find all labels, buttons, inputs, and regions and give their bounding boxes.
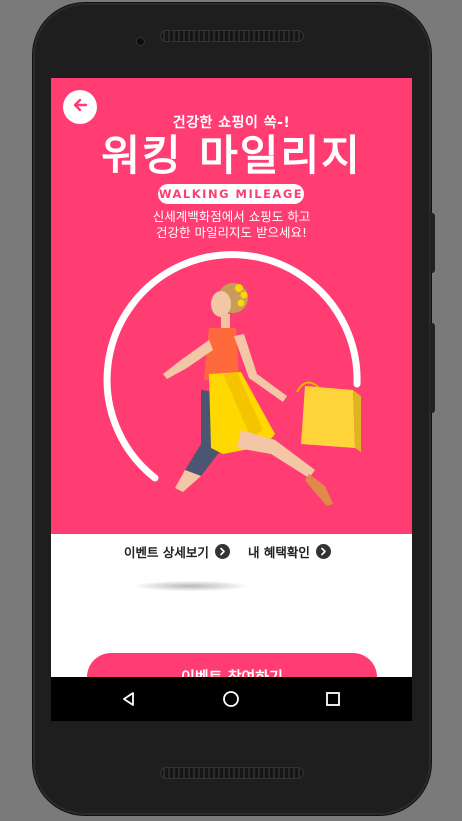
circle-home-icon	[223, 691, 239, 707]
decorative-shadow	[136, 581, 246, 591]
nav-back-button[interactable]	[117, 687, 141, 711]
android-navigation-bar	[51, 677, 412, 721]
hero-kicker: 건강한 쇼핑이 쏙-!	[172, 115, 291, 131]
hero-banner: 건강한 쇼핑이 쏙-! 워킹 마일리지 WALKING MILEAGE 신세계백…	[51, 78, 412, 534]
page-title: 워킹 마일리지	[101, 131, 362, 180]
square-recents-icon	[326, 692, 340, 706]
event-detail-link[interactable]: 이벤트 상세보기	[124, 542, 230, 561]
emulator-stage: 건강한 쇼핑이 쏙-! 워킹 마일리지 WALKING MILEAGE 신세계백…	[0, 0, 462, 821]
my-benefits-label: 내 혜택확인	[248, 545, 310, 560]
front-camera	[136, 37, 145, 46]
chevron-right-icon	[315, 544, 331, 559]
power-button	[430, 323, 435, 413]
nav-recents-button[interactable]	[321, 687, 345, 711]
description-line-2: 건강한 마일리지도 받으세요!	[156, 225, 307, 240]
description-line-1: 신세계백화점에서 쇼핑도 하고	[152, 209, 311, 224]
nav-home-button[interactable]	[219, 687, 243, 711]
hero-description: 신세계백화점에서 쇼핑도 하고 건강한 마일리지도 받으세요!	[51, 209, 412, 241]
app-screen: 건강한 쇼핑이 쏙-! 워킹 마일리지 WALKING MILEAGE 신세계백…	[51, 78, 412, 721]
my-benefits-link[interactable]: 내 혜택확인	[248, 542, 331, 561]
top-speaker	[160, 30, 304, 42]
event-detail-label: 이벤트 상세보기	[124, 545, 209, 560]
walking-mileage-badge: WALKING MILEAGE	[158, 184, 304, 204]
volume-button	[430, 213, 435, 273]
chevron-right-icon	[214, 544, 230, 559]
bottom-speaker	[160, 767, 304, 779]
triangle-back-icon	[123, 692, 134, 706]
